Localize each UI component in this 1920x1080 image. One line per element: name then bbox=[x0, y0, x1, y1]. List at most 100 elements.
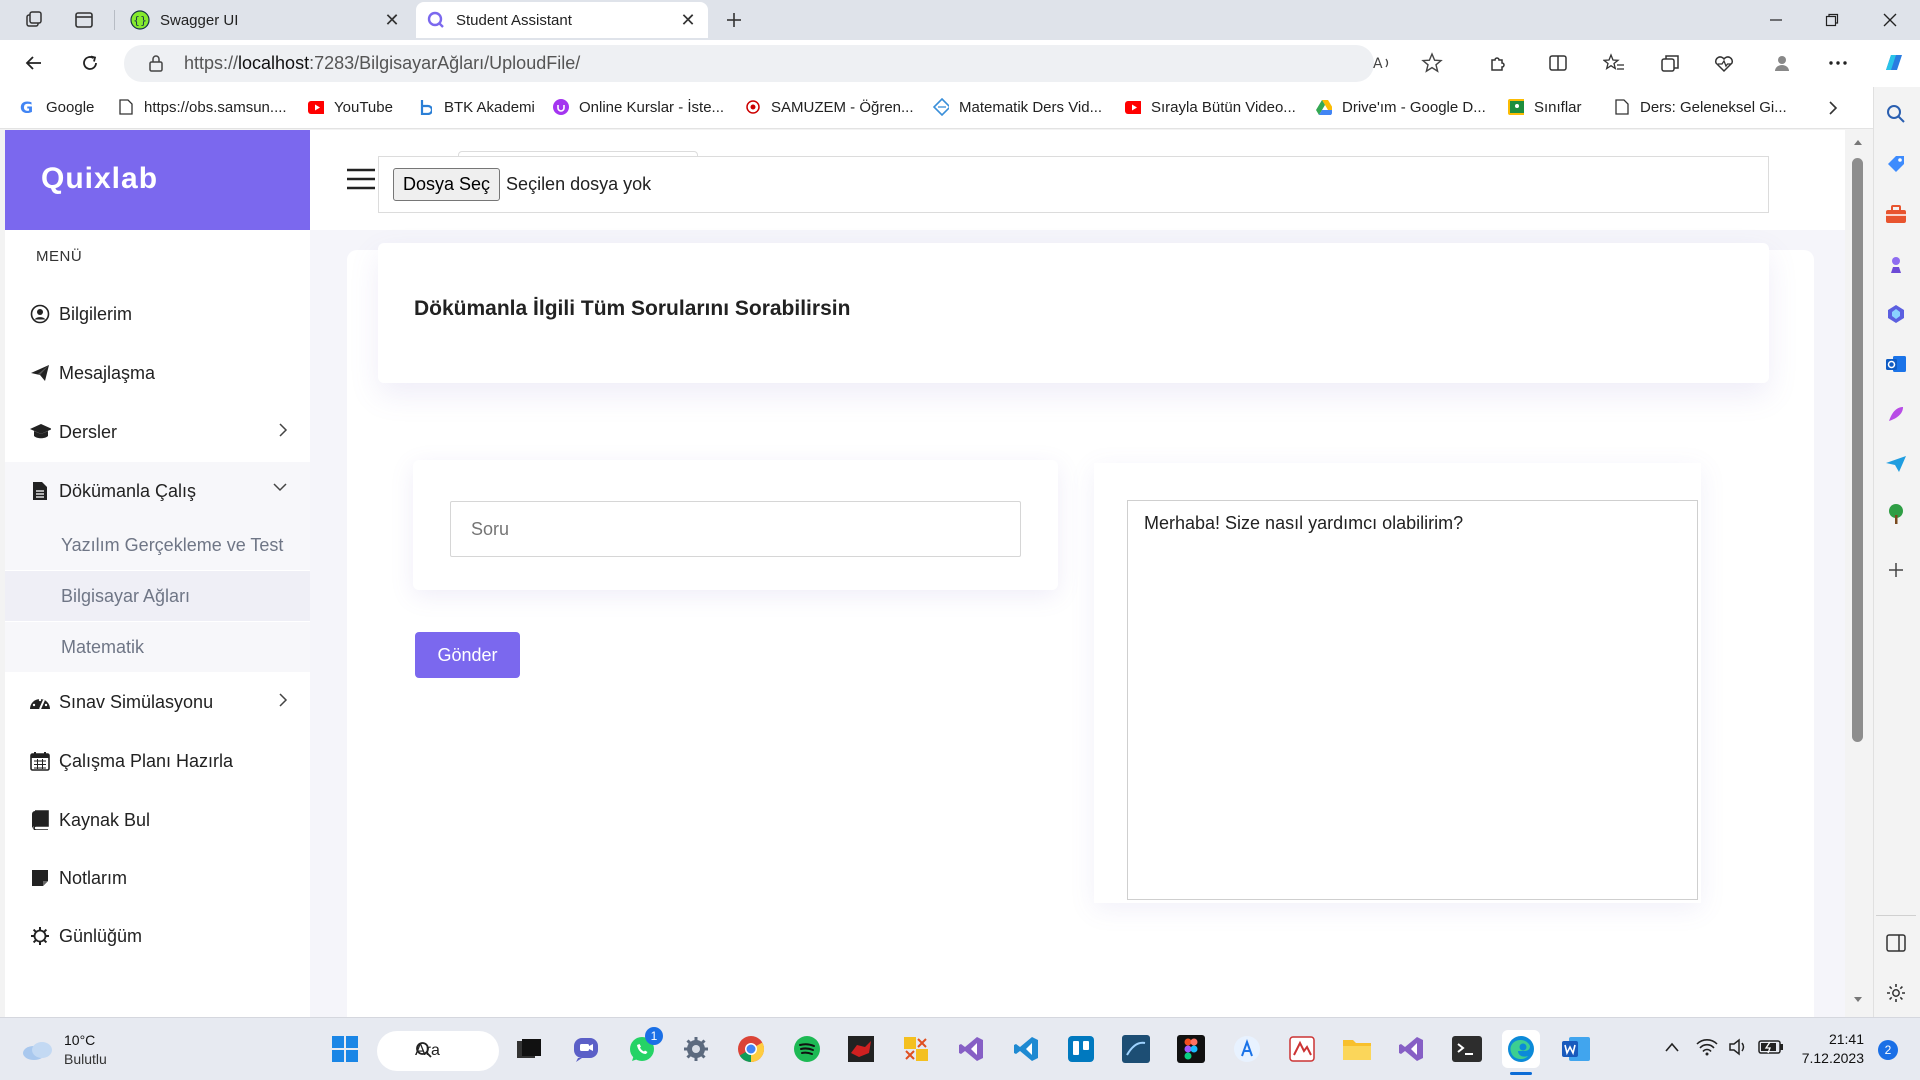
scrollbar-thumb[interactable] bbox=[1852, 158, 1863, 742]
bookmark-siniflar[interactable]: Sınıflar bbox=[1508, 96, 1582, 118]
settings-app-icon[interactable] bbox=[677, 1030, 715, 1068]
sidebar-item-kaynak-bul[interactable]: Kaynak Bul bbox=[5, 791, 310, 849]
figma-icon[interactable] bbox=[1172, 1030, 1210, 1068]
puzzle-app-icon[interactable] bbox=[897, 1030, 935, 1068]
add-icon[interactable] bbox=[1882, 556, 1910, 584]
bookmark-youtube[interactable]: YouTube bbox=[308, 96, 393, 118]
copilot-icon[interactable] bbox=[1876, 45, 1912, 81]
sidebar-item-mesajlasma[interactable]: Mesajlaşma bbox=[5, 344, 310, 402]
favorite-star-icon[interactable] bbox=[1414, 45, 1450, 81]
tab-actions-icon[interactable] bbox=[66, 2, 102, 38]
shopping-tag-icon[interactable] bbox=[1882, 150, 1910, 178]
mysql-workbench-icon[interactable] bbox=[1117, 1030, 1155, 1068]
choose-file-button[interactable]: Dosya Seç bbox=[393, 168, 501, 201]
drive-icon bbox=[1316, 99, 1332, 115]
chrome-icon[interactable] bbox=[732, 1030, 770, 1068]
submenu-item-matematik[interactable]: Matematik bbox=[5, 622, 310, 672]
bookmark-drive[interactable]: Drive'ım - Google D... bbox=[1316, 96, 1486, 118]
split-screen-icon[interactable] bbox=[1540, 45, 1576, 81]
bookmark-matematik[interactable]: Matematik Ders Vid... bbox=[933, 96, 1102, 118]
restore-icon[interactable] bbox=[1814, 2, 1850, 38]
chevron-up-icon[interactable] bbox=[1664, 1041, 1680, 1053]
lock-icon[interactable] bbox=[148, 54, 164, 72]
bookmark-online-kurslar[interactable]: Online Kurslar - İste... bbox=[553, 96, 724, 118]
file-upload-input[interactable]: Dosya Seç Seçilen dosya yok bbox=[378, 156, 1769, 213]
sidebar-item-sinav-simulasyonu[interactable]: Sınav Simülasyonu bbox=[5, 673, 310, 731]
system-clock[interactable]: 21:41 7.12.2023 bbox=[1780, 1030, 1864, 1068]
task-view-icon[interactable] bbox=[510, 1030, 548, 1068]
tab-student-assistant[interactable]: Student Assistant ✕ bbox=[416, 2, 708, 38]
edge-browser-icon[interactable] bbox=[1502, 1030, 1540, 1068]
minimize-icon[interactable] bbox=[1758, 2, 1794, 38]
scroll-down-icon[interactable] bbox=[1853, 996, 1863, 1004]
submit-button[interactable]: Gönder bbox=[415, 632, 520, 678]
visual-studio-icon[interactable] bbox=[1392, 1030, 1430, 1068]
visual-studio-icon[interactable] bbox=[952, 1030, 990, 1068]
teams-chat-icon[interactable] bbox=[567, 1030, 605, 1068]
sidebar-item-calisma-plani[interactable]: Çalışma Planı Hazırla bbox=[5, 732, 310, 790]
word-icon[interactable] bbox=[1557, 1030, 1595, 1068]
back-icon[interactable] bbox=[16, 45, 52, 81]
sidebar-item-gunlugum[interactable]: Günlüğüm bbox=[5, 907, 310, 965]
question-input[interactable] bbox=[450, 501, 1021, 557]
spotify-icon[interactable] bbox=[788, 1030, 826, 1068]
trello-icon[interactable] bbox=[1062, 1030, 1100, 1068]
address-bar[interactable]: https://localhost:7283/BilgisayarAğları/… bbox=[124, 45, 1374, 82]
tools-briefcase-icon[interactable] bbox=[1882, 200, 1910, 228]
sidebar-item-bilgilerim[interactable]: Bilgilerim bbox=[5, 285, 310, 343]
settings-gear-icon[interactable] bbox=[1882, 979, 1910, 1007]
game-app-icon[interactable] bbox=[842, 1030, 880, 1068]
chevron-down-icon bbox=[272, 481, 288, 493]
refresh-icon[interactable] bbox=[72, 45, 108, 81]
performance-heart-icon[interactable] bbox=[1706, 45, 1742, 81]
close-window-icon[interactable] bbox=[1872, 2, 1908, 38]
close-icon[interactable]: ✕ bbox=[678, 10, 698, 31]
tree-icon[interactable] bbox=[1882, 500, 1910, 528]
assistant-reply-box[interactable]: Merhaba! Size nasıl yardımcı olabilirim? bbox=[1127, 500, 1698, 900]
extensions-icon[interactable] bbox=[1480, 45, 1516, 81]
sidebar-item-dersler[interactable]: Dersler bbox=[5, 403, 310, 461]
bookmark-google[interactable]: G Google bbox=[20, 96, 94, 118]
brand-logo[interactable]: Quixlab bbox=[5, 130, 310, 230]
new-tab-icon[interactable] bbox=[716, 2, 752, 38]
scroll-up-icon[interactable] bbox=[1853, 138, 1863, 146]
bookmark-label: BTK Akademi bbox=[444, 98, 535, 116]
notification-badge[interactable]: 2 bbox=[1878, 1040, 1898, 1060]
taskbar-search[interactable]: Ara bbox=[377, 1031, 499, 1071]
favorites-icon[interactable] bbox=[1596, 45, 1632, 81]
profile-icon[interactable] bbox=[1764, 45, 1800, 81]
games-chess-icon[interactable] bbox=[1882, 250, 1910, 278]
chevron-right-icon[interactable] bbox=[1815, 90, 1851, 126]
close-icon[interactable]: ✕ bbox=[382, 10, 402, 31]
drop-send-icon[interactable] bbox=[1882, 450, 1910, 478]
weather-widget[interactable]: 10°C Bulutlu bbox=[20, 1031, 107, 1069]
vscode-icon[interactable] bbox=[1007, 1030, 1045, 1068]
volume-icon[interactable] bbox=[1728, 1038, 1748, 1056]
sidebar-item-notlarim[interactable]: Notlarım bbox=[5, 849, 310, 907]
terminal-icon[interactable] bbox=[1448, 1030, 1486, 1068]
bookmark-btk[interactable]: BTK Akademi bbox=[418, 96, 535, 118]
bookmark-obs[interactable]: https://obs.samsun.... bbox=[118, 96, 287, 118]
tab-swagger-ui[interactable]: {} Swagger UI ✕ bbox=[120, 2, 412, 38]
collections-icon[interactable] bbox=[1652, 45, 1688, 81]
submenu-item-bilgisayar-aglari[interactable]: Bilgisayar Ağları bbox=[5, 571, 310, 621]
workspaces-icon[interactable] bbox=[16, 2, 52, 38]
bookmark-sirayla[interactable]: Sırayla Bütün Video... bbox=[1125, 96, 1296, 118]
outlook-icon[interactable] bbox=[1882, 350, 1910, 378]
app-store-icon[interactable] bbox=[1228, 1030, 1266, 1068]
file-explorer-icon[interactable] bbox=[1338, 1030, 1376, 1068]
start-windows-icon[interactable] bbox=[326, 1030, 364, 1068]
wifi-icon[interactable] bbox=[1696, 1038, 1718, 1056]
hide-sidebar-icon[interactable] bbox=[1882, 929, 1910, 957]
drawing-app-icon[interactable] bbox=[1283, 1030, 1321, 1068]
hamburger-menu-icon[interactable] bbox=[347, 168, 375, 190]
sidebar-item-dokumanla-calis[interactable]: Dökümanla Çalış bbox=[5, 462, 310, 520]
designer-icon[interactable] bbox=[1882, 400, 1910, 428]
search-icon[interactable] bbox=[1882, 100, 1910, 128]
more-options-icon[interactable] bbox=[1820, 45, 1856, 81]
read-aloud-icon[interactable]: A bbox=[1364, 45, 1400, 81]
submenu-item-yazilim[interactable]: Yazılım Gerçekleme ve Test bbox=[5, 520, 310, 570]
bookmark-samuzem[interactable]: SAMUZEM - Öğren... bbox=[745, 96, 914, 118]
microsoft-365-icon[interactable] bbox=[1882, 300, 1910, 328]
bookmark-ders[interactable]: Ders: Geleneksel Gi... bbox=[1614, 96, 1787, 118]
